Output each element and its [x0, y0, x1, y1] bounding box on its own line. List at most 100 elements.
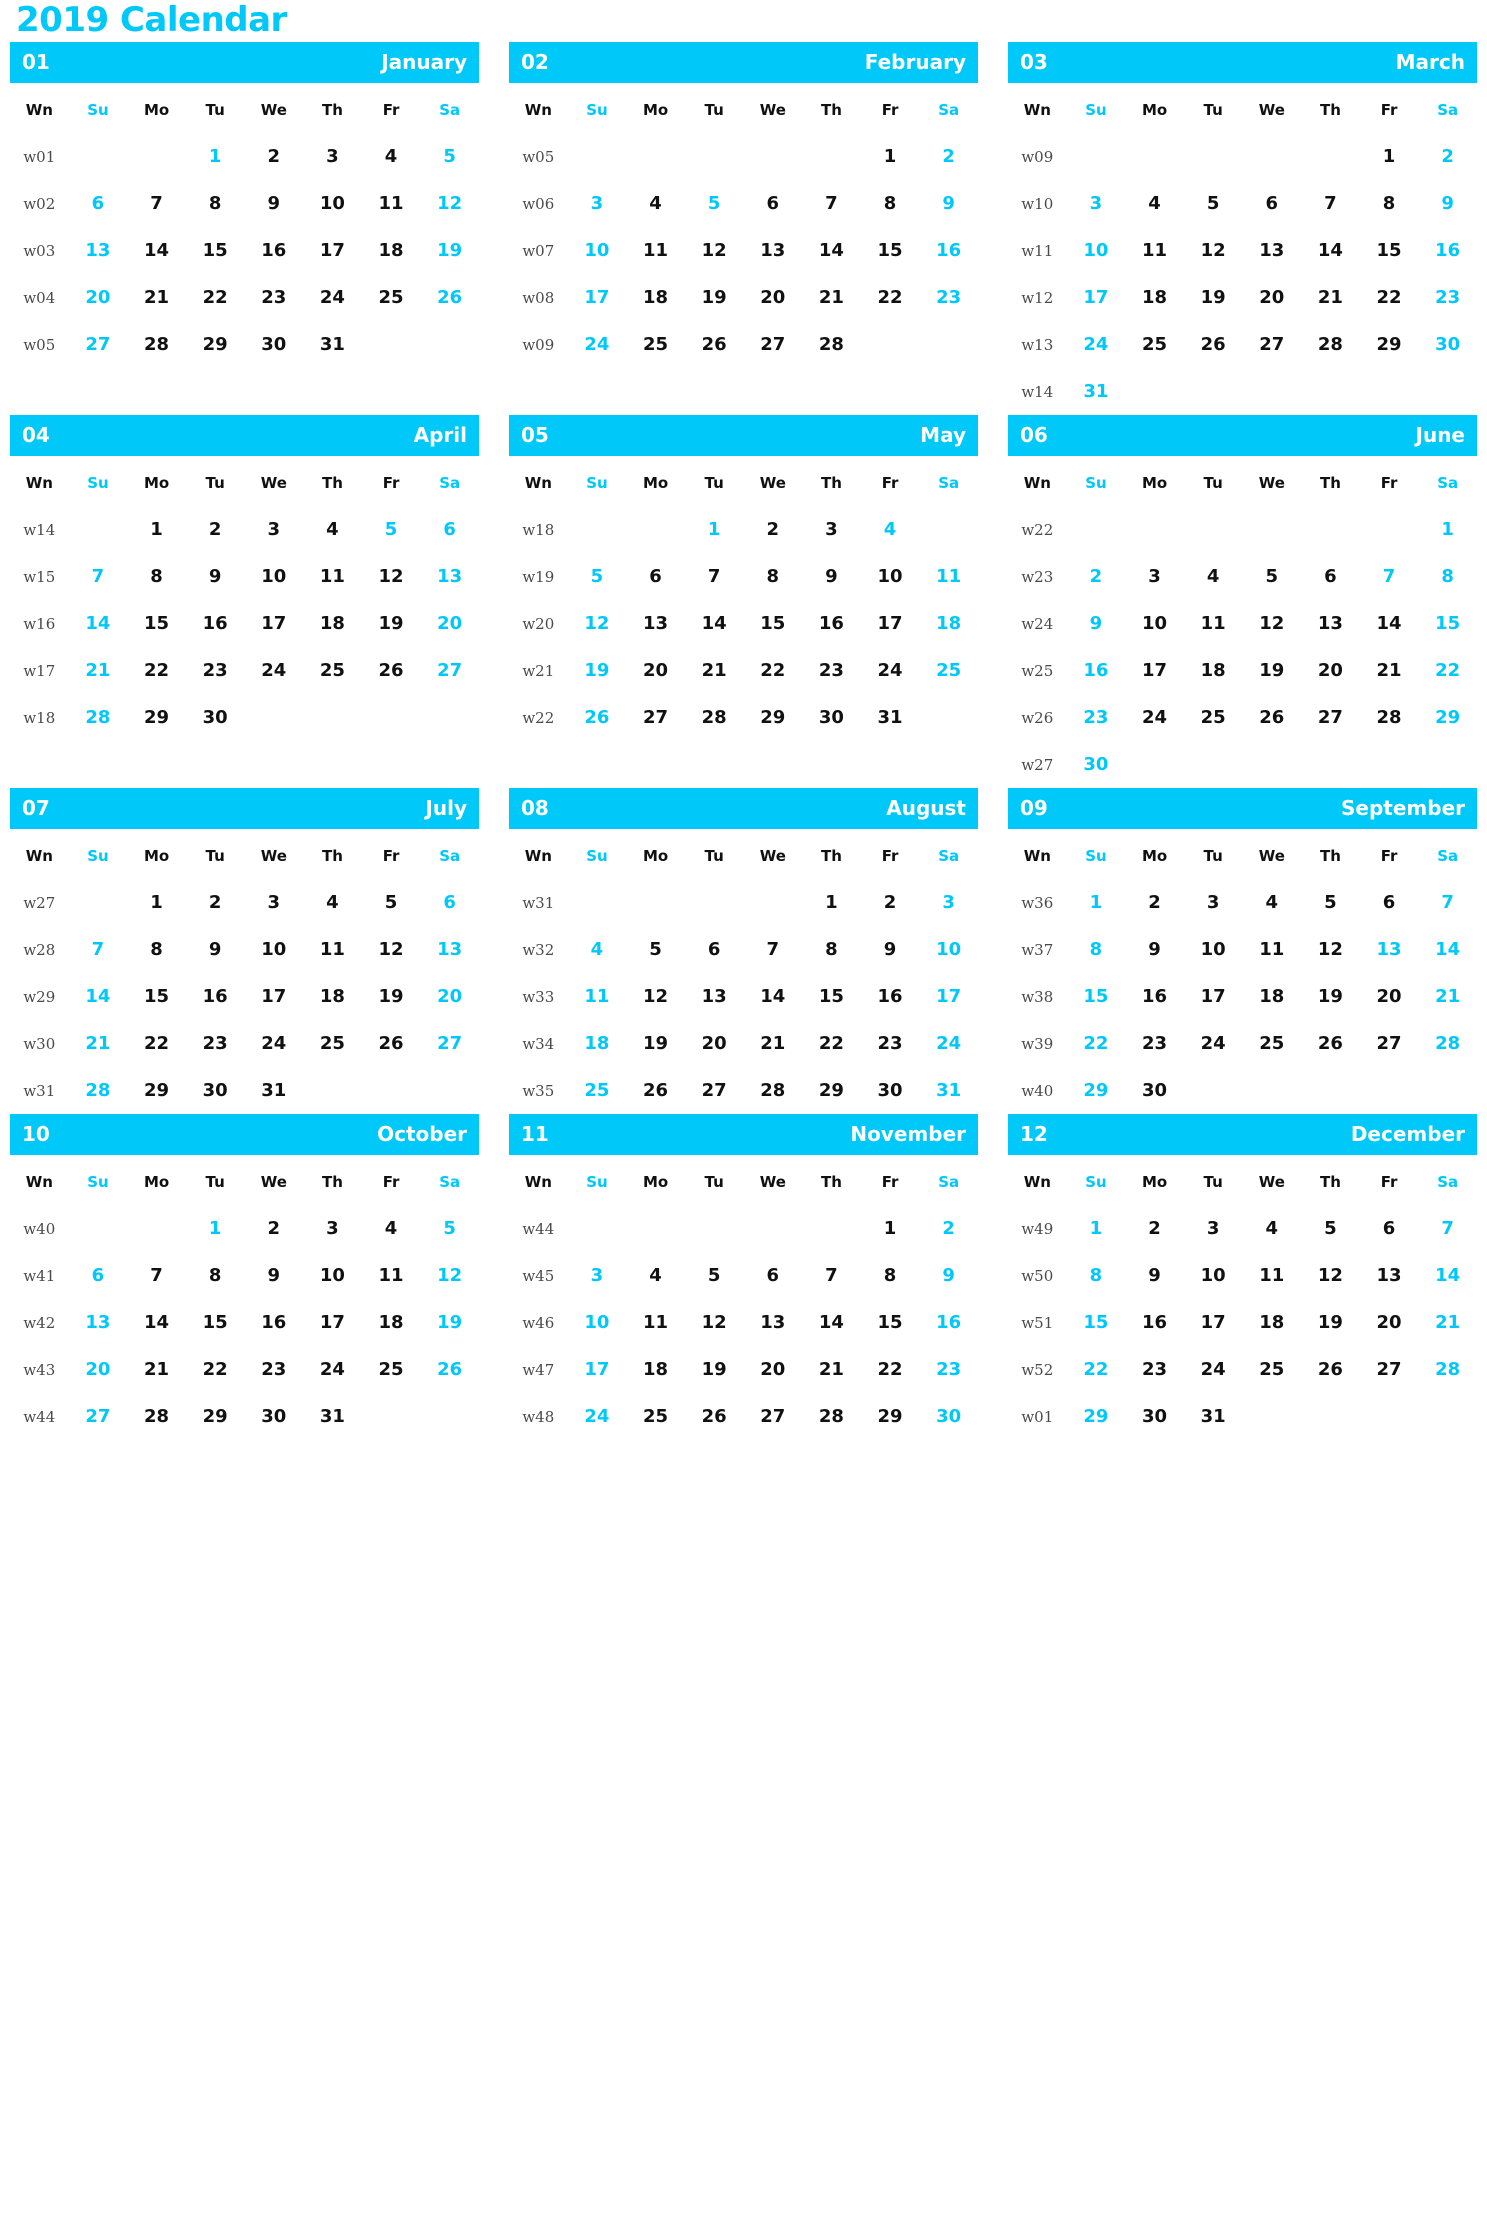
day-cell[interactable]: 8 — [1418, 566, 1477, 587]
day-cell[interactable]: 16 — [1418, 240, 1477, 261]
day-cell[interactable]: 25 — [1184, 707, 1243, 728]
day-cell[interactable]: 1 — [861, 1218, 920, 1239]
day-cell[interactable]: 13 — [1301, 613, 1360, 634]
day-cell[interactable]: 14 — [1418, 939, 1477, 960]
day-cell[interactable]: 24 — [1184, 1033, 1243, 1054]
day-cell[interactable]: 10 — [303, 193, 362, 214]
day-cell[interactable]: 14 — [127, 240, 186, 261]
day-cell[interactable]: 18 — [1184, 660, 1243, 681]
day-cell[interactable]: 9 — [245, 1265, 304, 1286]
day-cell[interactable]: 3 — [1184, 892, 1243, 913]
day-cell[interactable]: 6 — [744, 1265, 803, 1286]
day-cell[interactable]: 8 — [1067, 939, 1126, 960]
day-cell[interactable]: 4 — [1184, 566, 1243, 587]
day-cell[interactable]: 13 — [1360, 939, 1419, 960]
day-cell[interactable]: 4 — [1243, 892, 1302, 913]
day-cell[interactable]: 8 — [744, 566, 803, 587]
day-cell[interactable]: 28 — [1418, 1359, 1477, 1380]
day-cell[interactable]: 1 — [127, 892, 186, 913]
month-header[interactable]: 09 September — [1008, 788, 1477, 829]
day-cell[interactable]: 12 — [1301, 1265, 1360, 1286]
day-cell[interactable]: 29 — [186, 334, 245, 355]
day-cell[interactable]: 29 — [1418, 707, 1477, 728]
day-cell[interactable]: 26 — [1243, 707, 1302, 728]
day-cell[interactable]: 31 — [919, 1080, 978, 1101]
day-cell[interactable]: 28 — [802, 1406, 861, 1427]
day-cell[interactable]: 23 — [245, 287, 304, 308]
day-cell[interactable]: 7 — [802, 1265, 861, 1286]
day-cell[interactable]: 21 — [69, 1033, 128, 1054]
day-cell[interactable]: 30 — [802, 707, 861, 728]
day-cell[interactable]: 13 — [1243, 240, 1302, 261]
day-cell[interactable]: 18 — [303, 986, 362, 1007]
month-header[interactable]: 11 November — [509, 1114, 978, 1155]
day-cell[interactable]: 27 — [685, 1080, 744, 1101]
day-cell[interactable]: 21 — [69, 660, 128, 681]
day-cell[interactable]: 5 — [685, 193, 744, 214]
day-cell[interactable]: 28 — [127, 1406, 186, 1427]
day-cell[interactable]: 10 — [919, 939, 978, 960]
day-cell[interactable]: 30 — [1067, 754, 1126, 775]
day-cell[interactable]: 25 — [303, 1033, 362, 1054]
day-cell[interactable]: 27 — [1243, 334, 1302, 355]
day-cell[interactable]: 19 — [626, 1033, 685, 1054]
day-cell[interactable]: 10 — [861, 566, 920, 587]
day-cell[interactable]: 17 — [568, 287, 627, 308]
day-cell[interactable]: 28 — [69, 1080, 128, 1101]
day-cell[interactable]: 13 — [69, 240, 128, 261]
day-cell[interactable]: 2 — [186, 892, 245, 913]
day-cell[interactable]: 21 — [802, 287, 861, 308]
day-cell[interactable]: 20 — [744, 1359, 803, 1380]
day-cell[interactable]: 11 — [1243, 939, 1302, 960]
day-cell[interactable]: 17 — [568, 1359, 627, 1380]
day-cell[interactable]: 25 — [362, 1359, 421, 1380]
day-cell[interactable]: 19 — [1243, 660, 1302, 681]
day-cell[interactable]: 31 — [861, 707, 920, 728]
day-cell[interactable]: 27 — [1360, 1033, 1419, 1054]
day-cell[interactable]: 7 — [744, 939, 803, 960]
day-cell[interactable]: 18 — [362, 240, 421, 261]
day-cell[interactable]: 7 — [1418, 1218, 1477, 1239]
day-cell[interactable]: 6 — [420, 892, 479, 913]
day-cell[interactable]: 8 — [127, 566, 186, 587]
day-cell[interactable]: 4 — [303, 519, 362, 540]
day-cell[interactable]: 9 — [1418, 193, 1477, 214]
day-cell[interactable]: 9 — [919, 1265, 978, 1286]
month-header[interactable]: 01 January — [10, 42, 479, 83]
day-cell[interactable]: 28 — [1418, 1033, 1477, 1054]
day-cell[interactable]: 22 — [1418, 660, 1477, 681]
day-cell[interactable]: 6 — [626, 566, 685, 587]
day-cell[interactable]: 13 — [685, 986, 744, 1007]
day-cell[interactable]: 18 — [919, 613, 978, 634]
day-cell[interactable]: 25 — [303, 660, 362, 681]
day-cell[interactable]: 10 — [245, 939, 304, 960]
day-cell[interactable]: 25 — [362, 287, 421, 308]
day-cell[interactable]: 24 — [245, 1033, 304, 1054]
day-cell[interactable]: 24 — [303, 1359, 362, 1380]
day-cell[interactable]: 8 — [1067, 1265, 1126, 1286]
day-cell[interactable]: 12 — [1243, 613, 1302, 634]
day-cell[interactable]: 22 — [1067, 1359, 1126, 1380]
day-cell[interactable]: 20 — [69, 287, 128, 308]
day-cell[interactable]: 12 — [420, 193, 479, 214]
day-cell[interactable]: 26 — [685, 334, 744, 355]
day-cell[interactable]: 12 — [362, 939, 421, 960]
day-cell[interactable]: 10 — [1184, 939, 1243, 960]
day-cell[interactable]: 28 — [744, 1080, 803, 1101]
day-cell[interactable]: 2 — [1418, 146, 1477, 167]
day-cell[interactable]: 4 — [626, 193, 685, 214]
day-cell[interactable]: 29 — [802, 1080, 861, 1101]
day-cell[interactable]: 30 — [245, 1406, 304, 1427]
day-cell[interactable]: 11 — [1125, 240, 1184, 261]
day-cell[interactable]: 13 — [69, 1312, 128, 1333]
day-cell[interactable]: 21 — [127, 287, 186, 308]
day-cell[interactable]: 22 — [861, 1359, 920, 1380]
day-cell[interactable]: 13 — [626, 613, 685, 634]
day-cell[interactable]: 18 — [626, 1359, 685, 1380]
day-cell[interactable]: 5 — [1301, 1218, 1360, 1239]
day-cell[interactable]: 11 — [1243, 1265, 1302, 1286]
day-cell[interactable]: 19 — [685, 287, 744, 308]
day-cell[interactable]: 2 — [1067, 566, 1126, 587]
day-cell[interactable]: 20 — [69, 1359, 128, 1380]
day-cell[interactable]: 26 — [1184, 334, 1243, 355]
